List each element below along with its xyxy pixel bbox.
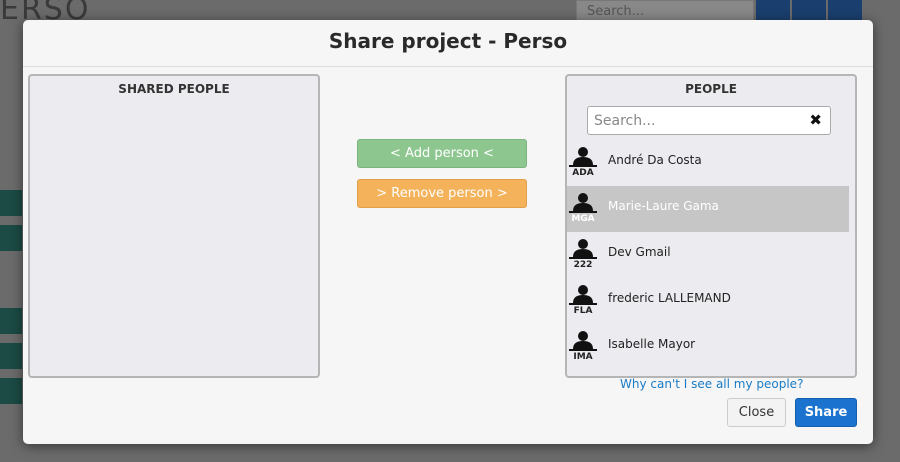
help-link[interactable]: Why can't I see all my people? [620,377,803,391]
close-button[interactable]: Close [727,398,786,427]
list-item[interactable]: 222 Dev Gmail [567,232,849,278]
person-initials: 222 [573,260,593,270]
person-icon: 222 [569,237,597,271]
title-divider [23,66,873,67]
person-name: André Da Costa [608,153,702,167]
person-initials: IMA [573,352,593,362]
person-name: frederic LALLEMAND [608,291,731,305]
list-item[interactable]: IMA Isabelle Mayor [567,324,849,370]
people-list: ADA André Da Costa MGA Marie-Laure Gama … [567,140,849,370]
share-project-dialog: Share project - Perso SHARED PEOPLE < Ad… [23,20,873,444]
background-toolbar [756,0,862,22]
clear-search-icon[interactable]: ✖ [809,111,822,129]
person-name: Dev Gmail [608,245,671,259]
remove-person-button[interactable]: > Remove person > [357,179,527,208]
people-search-input[interactable] [588,107,798,134]
people-panel: PEOPLE ✖ ADA André Da Costa MGA Marie-La… [565,74,857,378]
add-person-button[interactable]: < Add person < [357,139,527,168]
person-icon: MGA [569,191,597,225]
toolbar-icon [828,0,862,22]
people-title: PEOPLE [685,82,737,96]
shared-people-title: SHARED PEOPLE [118,82,230,96]
toolbar-icon [756,0,790,22]
person-initials: FLA [573,306,593,316]
list-item-selected[interactable]: MGA Marie-Laure Gama [567,186,849,232]
person-name: Isabelle Mayor [608,337,696,351]
sidebar-block [0,190,22,216]
list-item[interactable]: FLA frederic LALLEMAND [567,278,849,324]
sidebar-block [0,343,22,369]
sidebar-block [0,225,22,251]
person-icon: FLA [569,283,597,317]
sidebar-block [0,308,22,334]
person-name: Marie-Laure Gama [608,199,719,213]
person-icon: IMA [569,329,597,363]
list-item[interactable]: ADA André Da Costa [567,140,849,186]
dialog-title: Share project - Perso [328,29,568,53]
background-search-input: Search... [576,0,754,22]
sidebar-block [0,378,22,404]
share-button[interactable]: Share [795,398,857,427]
background-sidebar [0,40,22,462]
person-initials: MGA [571,214,595,224]
people-search-box: ✖ [587,106,831,135]
shared-people-panel: SHARED PEOPLE [28,74,320,378]
person-icon: ADA [569,145,597,179]
person-initials: ADA [572,168,594,178]
toolbar-icon [792,0,826,22]
